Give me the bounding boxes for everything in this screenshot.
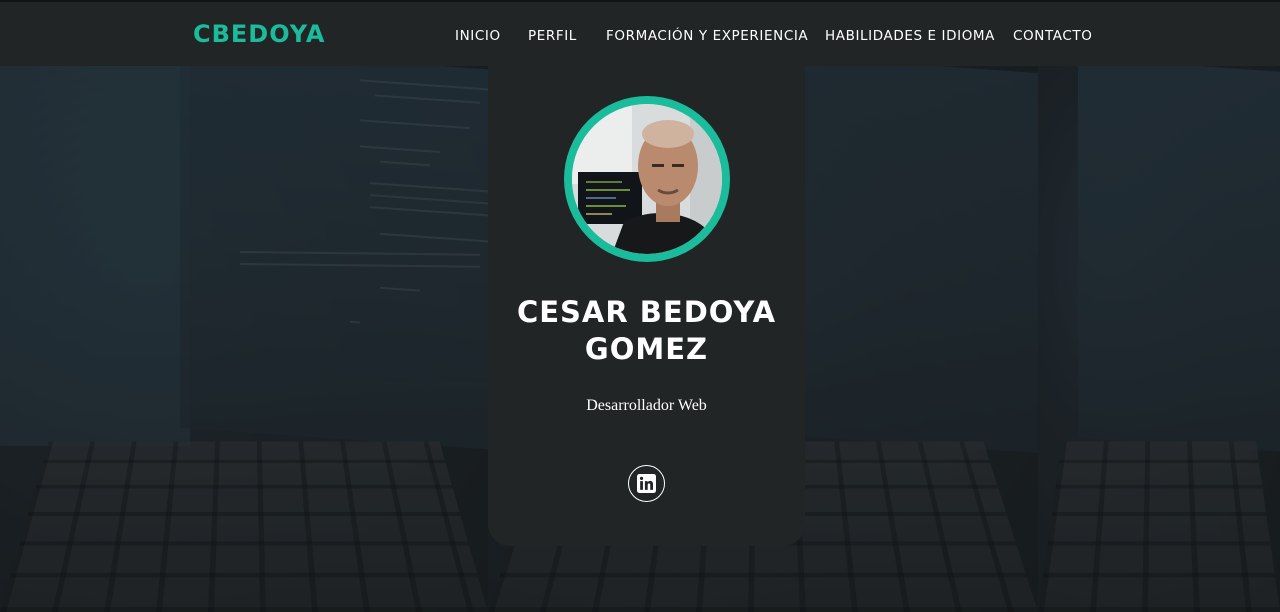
nav-item-contacto[interactable]: CONTACTO	[1013, 28, 1092, 44]
profile-avatar	[564, 96, 730, 262]
profile-role: Desarrollador Web	[586, 397, 707, 414]
linkedin-button[interactable]	[628, 465, 665, 502]
profile-name: CESAR BEDOYA GOMEZ	[488, 294, 805, 368]
brand-logo[interactable]: CBEDOYA	[193, 20, 325, 48]
nav-item-formacion-experiencia[interactable]: FORMACIÓN Y EXPERIENCIA	[606, 28, 808, 44]
background-photo-left	[0, 66, 488, 612]
profile-name-line1: CESAR BEDOYA	[516, 295, 777, 329]
linkedin-icon	[637, 474, 656, 493]
profile-photo	[572, 104, 722, 254]
background-photo-right	[1038, 66, 1280, 612]
profile-name-line2: GOMEZ	[584, 332, 709, 366]
nav-item-habilidades-idioma[interactable]: HABILIDADES E IDIOMA	[825, 28, 995, 44]
nav-item-inicio[interactable]: INICIO	[455, 28, 501, 44]
top-navbar: CBEDOYA INICIO PERFIL FORMACIÓN Y EXPERI…	[0, 0, 1280, 66]
profile-card: CESAR BEDOYA GOMEZ Desarrollador Web	[488, 66, 805, 546]
nav-item-perfil[interactable]: PERFIL	[528, 28, 577, 44]
